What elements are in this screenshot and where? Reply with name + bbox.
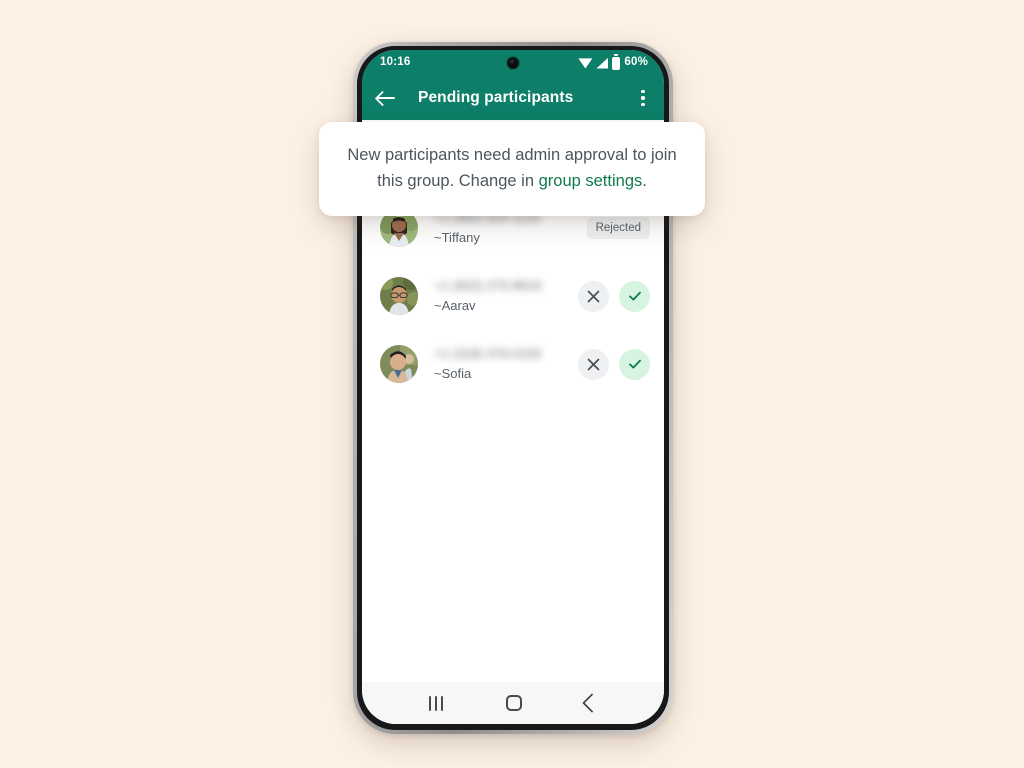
reject-button[interactable]	[578, 348, 609, 380]
participant-actions	[578, 280, 650, 312]
kebab-menu-icon[interactable]	[634, 88, 652, 108]
battery-icon	[612, 56, 621, 70]
approve-button[interactable]	[619, 348, 650, 380]
page-title: Pending participants	[418, 89, 574, 106]
avatar	[380, 345, 418, 383]
status-badge: Rejected	[586, 216, 650, 240]
close-x-icon	[587, 290, 600, 302]
participant-handle: ~Tiffany	[434, 229, 480, 245]
status-indicators: 60%	[578, 56, 648, 70]
group-settings-link[interactable]: group settings	[539, 172, 643, 190]
status-clock: 10:16	[380, 56, 411, 69]
home-icon[interactable]	[506, 695, 523, 711]
tooltip-text-end: .	[642, 171, 647, 190]
participant-phone: +1 (602) 270-8819	[434, 278, 542, 294]
battery-percent-label: 60%	[624, 56, 648, 69]
list-item[interactable]: +1 (318) 376-0193 ~Sofia	[362, 330, 664, 398]
close-x-icon	[587, 358, 600, 370]
list-item[interactable]: +1 (602) 270-8819 ~Aarav	[362, 262, 664, 330]
reject-button[interactable]	[578, 280, 609, 312]
system-navigation-bar	[362, 682, 664, 724]
recents-icon[interactable]	[427, 695, 444, 711]
back-chevron-icon[interactable]	[581, 693, 602, 713]
participant-phone: +1 (318) 376-0193	[434, 346, 542, 362]
app-bar: Pending participants	[362, 76, 664, 120]
participant-handle: ~Sofia	[434, 365, 472, 381]
check-icon	[628, 359, 641, 369]
check-icon	[628, 291, 641, 301]
status-bar: 10:16 60%	[362, 50, 664, 76]
back-arrow-icon[interactable]	[376, 88, 396, 108]
approve-button[interactable]	[619, 280, 650, 312]
participant-handle: ~Aarav	[434, 297, 476, 313]
participant-actions	[578, 348, 650, 380]
admin-approval-tooltip: New participants need admin approval to …	[319, 122, 705, 217]
participant-info: +1 (602) 270-8819 ~Aarav	[434, 278, 578, 314]
signal-icon	[596, 57, 609, 69]
wifi-icon	[578, 58, 593, 69]
front-camera-punch-hole	[506, 56, 520, 70]
avatar	[380, 277, 418, 315]
participant-info: +1 (318) 376-0193 ~Sofia	[434, 346, 578, 382]
